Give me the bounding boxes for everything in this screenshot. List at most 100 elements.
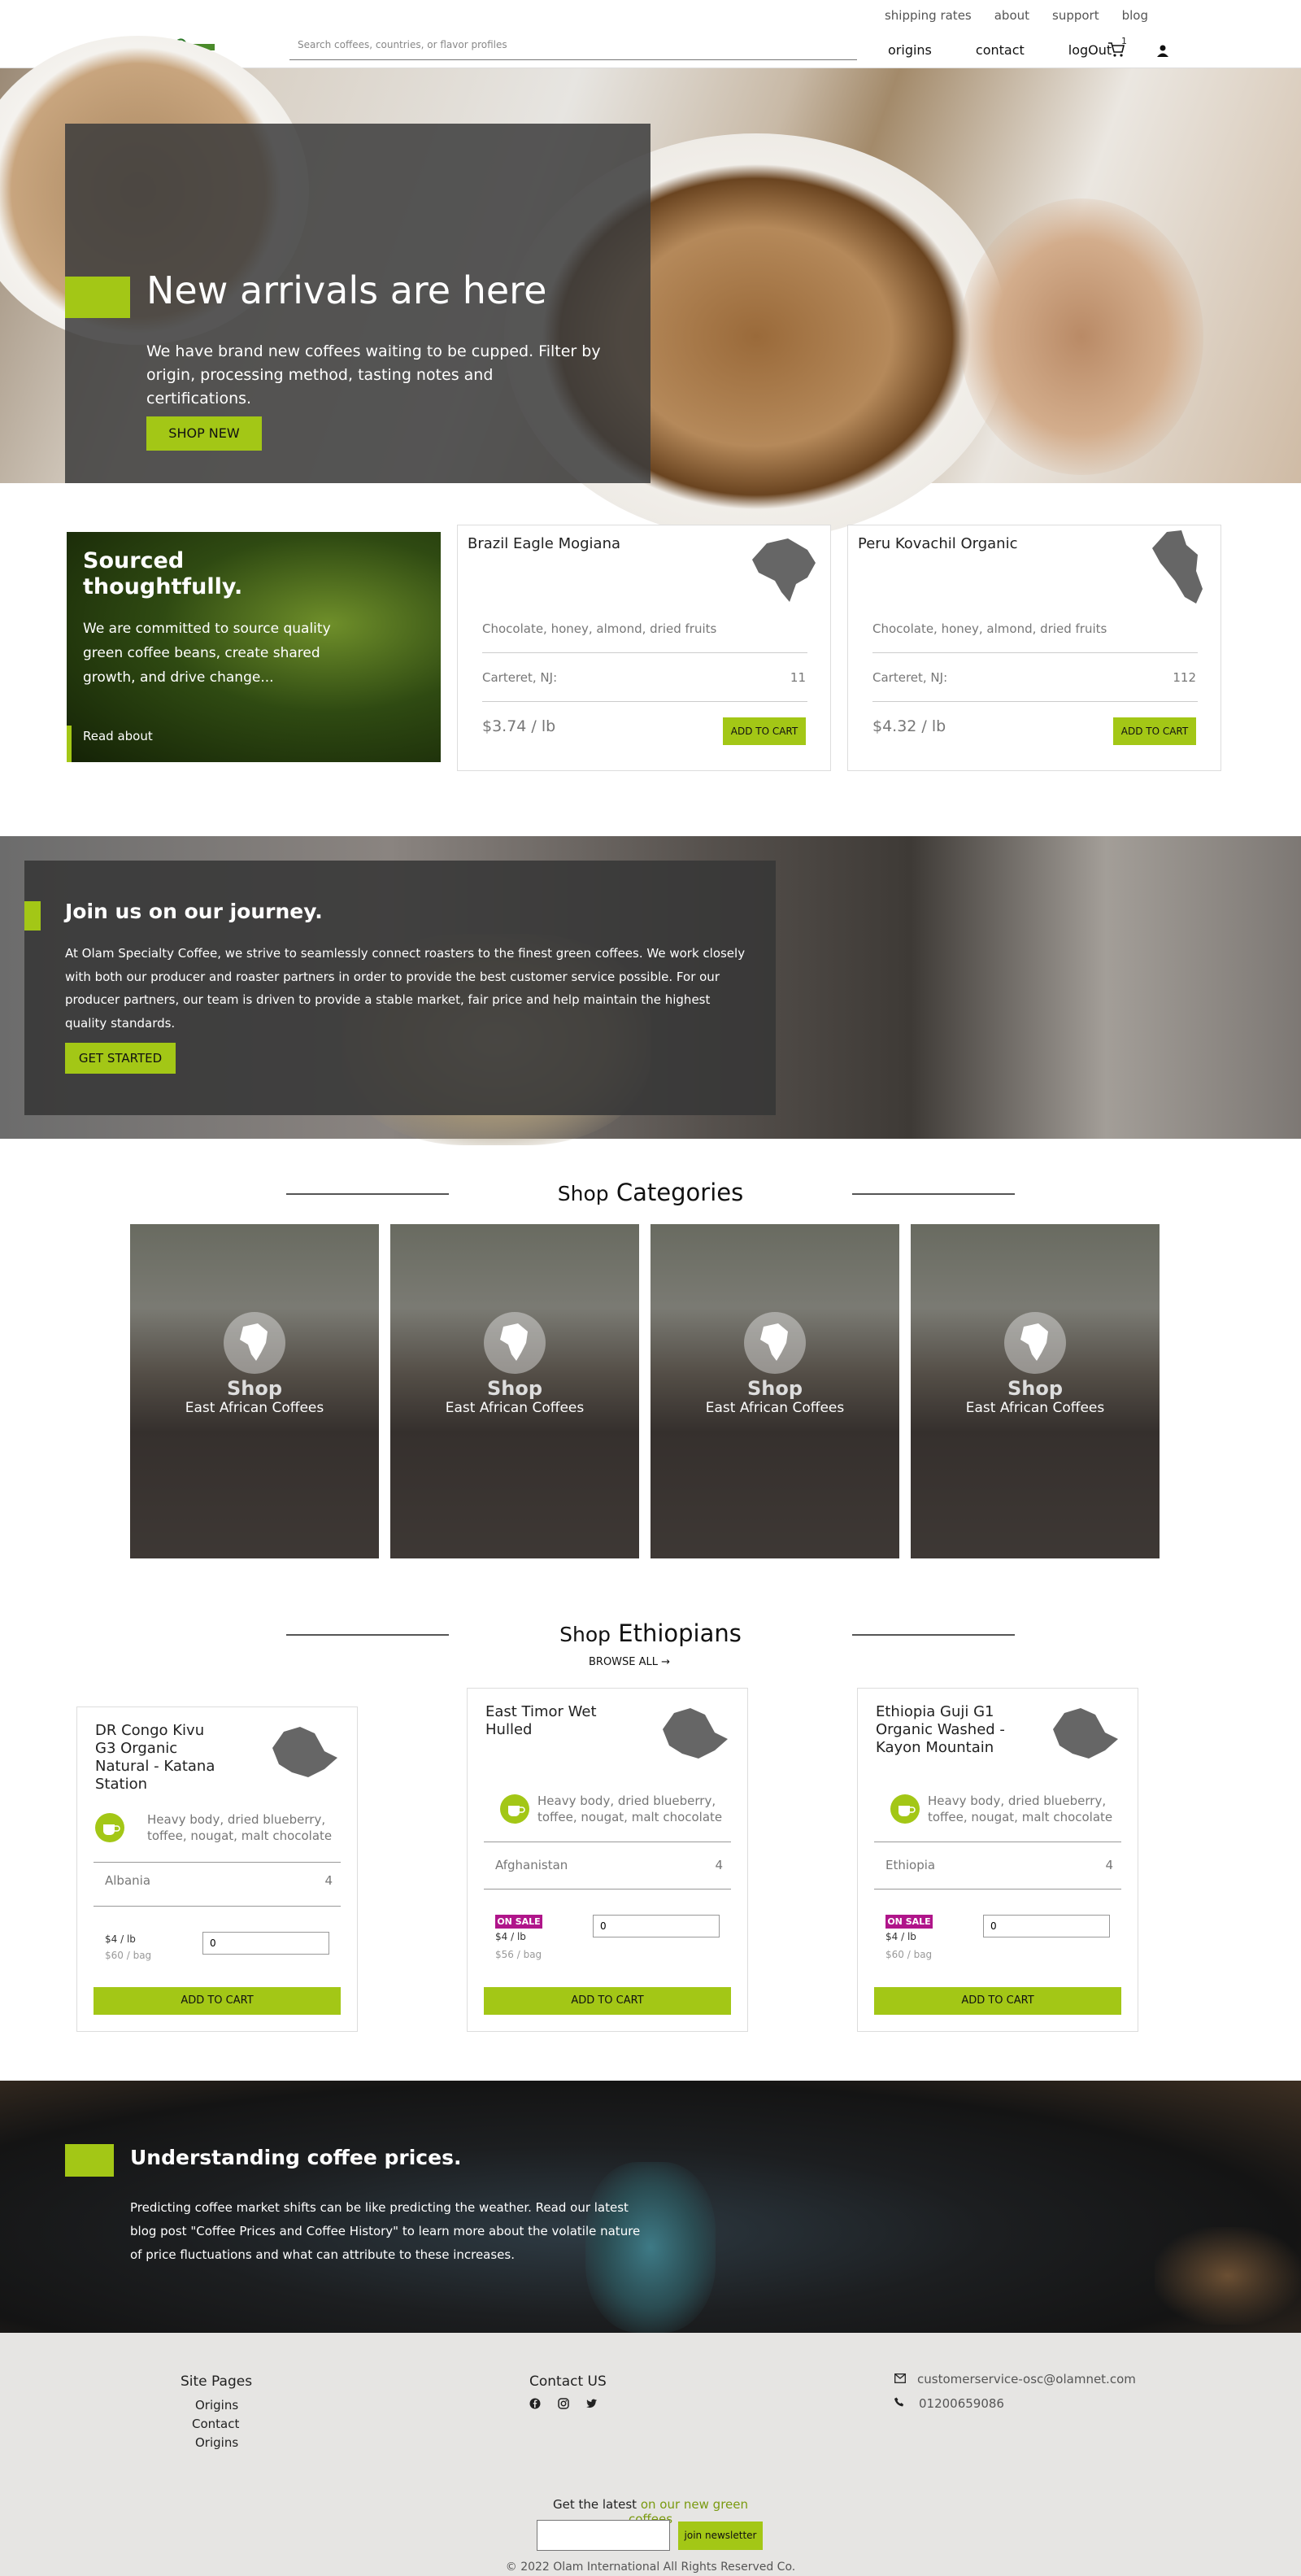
quantity-input[interactable] <box>202 1932 329 1955</box>
product-location: Afghanistan <box>495 1858 568 1872</box>
about-link[interactable]: about <box>994 8 1029 23</box>
shipping-rates-link[interactable]: shipping rates <box>885 8 972 23</box>
product-quantity: 4 <box>324 1873 333 1888</box>
category-label: East African Coffees <box>185 1400 324 1416</box>
price-per-lb: $4 / lb <box>105 1933 136 1945</box>
newsletter-lead: Get the latest <box>553 2497 637 2512</box>
prices-title: Understanding coffee prices. <box>130 2146 462 2169</box>
divider <box>482 652 807 653</box>
product-card: Peru Kovachil Organic Chocolate, honey, … <box>847 525 1221 771</box>
footer-link-contact[interactable]: Contact <box>192 2417 239 2431</box>
heading-rule-left <box>286 1193 449 1195</box>
category-label: East African Coffees <box>965 1400 1105 1416</box>
product-card: DR Congo Kivu G3 Organic Natural - Katan… <box>76 1706 358 2032</box>
quantity-input[interactable] <box>983 1915 1110 1937</box>
africa-map-icon-circle <box>1004 1312 1066 1374</box>
footer-link-origins[interactable]: Origins <box>195 2398 238 2413</box>
price-per-bag: $60 / bag <box>105 1950 152 1961</box>
add-to-cart-button[interactable]: ADD TO CART <box>484 1987 731 2015</box>
sourced-title: Sourced thoughtfully. <box>83 548 243 599</box>
arrow-right-icon: → <box>661 1656 671 1668</box>
phone-icon <box>894 2397 904 2407</box>
nav-logout[interactable]: logOut <box>1068 42 1112 58</box>
footer-email[interactable]: customerservice-osc@olamnet.com <box>917 2372 1136 2386</box>
coffee-cup-icon <box>500 1794 529 1824</box>
footer-phone[interactable]: 01200659086 <box>919 2396 1004 2411</box>
divider <box>874 1889 1121 1890</box>
product-name[interactable]: Peru Kovachil Organic <box>858 535 1017 552</box>
heading-rule-left <box>286 1634 449 1636</box>
category-card[interactable]: Shop East African Coffees <box>130 1224 379 1558</box>
twitter-icon[interactable] <box>586 2398 598 2409</box>
hero-text: We have brand new coffees waiting to be … <box>146 342 601 408</box>
join-newsletter-button[interactable]: join newsletter <box>678 2522 763 2550</box>
facebook-icon[interactable] <box>529 2398 541 2409</box>
product-quantity: 4 <box>715 1858 723 1872</box>
product-notes: Chocolate, honey, almond, dried fruits <box>872 621 1107 636</box>
category-shop-label: Shop <box>1007 1377 1064 1400</box>
add-to-cart-button[interactable]: ADD TO CART <box>723 717 806 745</box>
price-per-lb: $4 / lb <box>495 1931 526 1942</box>
instagram-icon[interactable] <box>558 2398 569 2409</box>
category-card[interactable]: Shop East African Coffees <box>390 1224 639 1558</box>
ethiopia-map-icon <box>663 1708 728 1759</box>
quantity-input[interactable] <box>593 1915 720 1937</box>
blog-link[interactable]: blog <box>1122 8 1148 23</box>
sourced-card[interactable]: Sourced thoughtfully. We are committed t… <box>67 532 441 762</box>
read-about-link[interactable]: Read about <box>83 729 153 743</box>
browse-all-link[interactable]: BROWSE ALL → <box>589 1656 670 1668</box>
product-card: East Timor Wet Hulled Heavy body, dried … <box>467 1688 748 2032</box>
newsletter-email-input[interactable] <box>537 2520 670 2551</box>
add-to-cart-button[interactable]: ADD TO CART <box>1113 717 1196 745</box>
africa-map-icon <box>760 1323 788 1361</box>
prices-accent-bar <box>65 2144 114 2177</box>
divider <box>484 1889 731 1890</box>
ethiopia-map-icon <box>1053 1708 1118 1759</box>
envelope-icon <box>894 2373 906 2383</box>
top-links: shipping rates about support blog <box>862 8 1148 23</box>
category-card[interactable]: Shop East African Coffees <box>650 1224 899 1558</box>
category-card[interactable]: Shop East African Coffees <box>911 1224 1160 1558</box>
category-label: East African Coffees <box>705 1400 845 1416</box>
on-sale-badge: ON SALE <box>495 1915 542 1929</box>
category-shop-label: Shop <box>486 1377 543 1400</box>
nav-origins[interactable]: origins <box>888 42 932 58</box>
product-name[interactable]: DR Congo Kivu G3 Organic Natural - Katan… <box>95 1722 225 1794</box>
divider <box>872 701 1198 702</box>
product-card: Ethiopia Guji G1 Organic Washed - Kayon … <box>857 1688 1138 2032</box>
product-notes: Chocolate, honey, almond, dried fruits <box>482 621 717 636</box>
product-location: Carteret, NJ: <box>482 670 558 685</box>
price-per-bag: $60 / bag <box>885 1949 933 1960</box>
support-link[interactable]: support <box>1052 8 1099 23</box>
product-name[interactable]: Brazil Eagle Mogiana <box>468 535 620 552</box>
get-started-button[interactable]: GET STARTED <box>65 1043 176 1074</box>
contact-us-title: Contact US <box>529 2373 607 2390</box>
hero-accent-bar <box>65 277 130 318</box>
product-location: Albania <box>105 1873 151 1888</box>
search-input[interactable]: Search coffees, countries, or flavor pro… <box>289 36 857 60</box>
shop-new-button[interactable]: SHOP NEW <box>146 416 262 451</box>
africa-map-icon-circle <box>484 1312 546 1374</box>
product-notes: Heavy body, dried blueberry, toffee, nou… <box>147 1812 333 1843</box>
user-icon[interactable] <box>1156 44 1169 57</box>
peru-map-icon <box>1152 530 1203 604</box>
footer-link-origins[interactable]: Origins <box>195 2435 238 2450</box>
price-per-bag: $56 / bag <box>495 1949 542 1960</box>
product-location: Ethiopia <box>885 1858 936 1872</box>
add-to-cart-button[interactable]: ADD TO CART <box>94 1987 341 2015</box>
add-to-cart-button[interactable]: ADD TO CART <box>874 1987 1121 2015</box>
copyright-text: © 2022 Olam International All Rights Res… <box>505 2561 796 2574</box>
journey-accent-bar <box>24 901 41 931</box>
prices-text[interactable]: Predicting coffee market shifts can be l… <box>130 2196 642 2267</box>
divider <box>482 701 807 702</box>
product-price: $4.32 / lb <box>872 717 946 735</box>
nav-contact[interactable]: contact <box>976 42 1025 58</box>
cart-count-badge: 1 <box>1121 36 1127 46</box>
product-name[interactable]: East Timor Wet Hulled <box>485 1703 616 1739</box>
category-shop-label: Shop <box>226 1377 283 1400</box>
divider <box>94 1906 341 1907</box>
journey-title: Join us on our journey. <box>65 900 323 923</box>
product-name[interactable]: Ethiopia Guji G1 Organic Washed - Kayon … <box>876 1703 1006 1757</box>
heading-small: Shop <box>559 1623 611 1646</box>
africa-map-icon <box>500 1323 528 1361</box>
